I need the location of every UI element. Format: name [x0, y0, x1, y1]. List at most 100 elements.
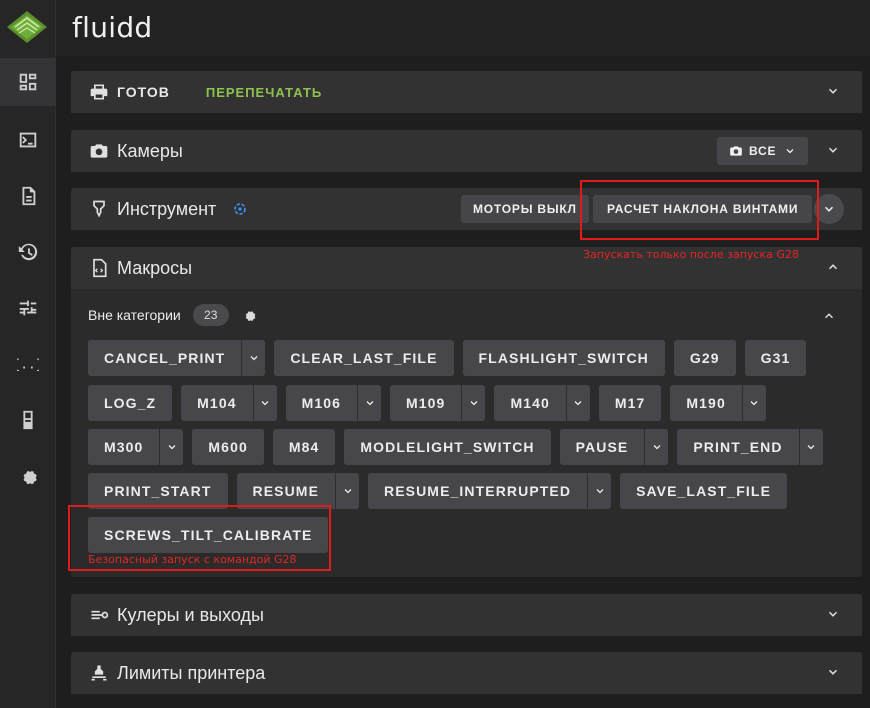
- macro-button[interactable]: MODLELIGHT_SWITCH: [344, 429, 551, 465]
- dashboard-icon: [19, 73, 37, 91]
- macro-button-group: LOG_Z: [88, 385, 173, 421]
- macro-button[interactable]: M300: [88, 429, 160, 465]
- annotation-text-macro: Безопасный запуск с командой G28: [88, 553, 297, 566]
- macro-button[interactable]: RESUME: [236, 473, 336, 509]
- fans-title: Кулеры и выходы: [117, 604, 264, 625]
- cameras-title: Камеры: [117, 140, 183, 161]
- fluidd-logo[interactable]: [3, 3, 51, 51]
- macro-dropdown-button[interactable]: [565, 385, 590, 421]
- macro-button[interactable]: SAVE_LAST_FILE: [620, 473, 788, 509]
- camera-filter-select[interactable]: ВСЕ: [717, 137, 809, 165]
- macro-button-group: M190: [670, 385, 766, 421]
- macro-count-badge: 23: [192, 304, 229, 326]
- reprint-link[interactable]: ПЕРЕПЕЧАТАТЬ: [206, 85, 322, 100]
- sync-icon[interactable]: [230, 199, 250, 219]
- macro-dropdown-button[interactable]: [644, 429, 669, 465]
- chevron-down-icon: [807, 445, 815, 450]
- status-panel: Готов ПЕРЕПЕЧАТАТЬ: [71, 71, 862, 113]
- nav-history[interactable]: [0, 228, 56, 276]
- cameras-panel: Камеры ВСЕ: [71, 130, 862, 172]
- fans-panel-header[interactable]: Кулеры и выходы: [71, 594, 862, 636]
- macro-button-group: RESUME_INTERRUPTED: [368, 473, 612, 509]
- chevron-down-icon: [653, 445, 661, 450]
- camera-icon: [90, 144, 108, 158]
- chevron-down-icon[interactable]: [826, 607, 840, 621]
- limits-panel-header[interactable]: Лимиты принтера: [71, 652, 862, 694]
- nav-config[interactable]: {..}: [0, 340, 56, 388]
- chevron-down-icon: [250, 356, 258, 361]
- macro-button-group: MODLELIGHT_SWITCH: [344, 429, 551, 465]
- gear-icon[interactable]: [241, 307, 257, 323]
- macro-button[interactable]: FLASHLIGHT_SWITCH: [462, 340, 665, 376]
- macro-dropdown-button[interactable]: [357, 385, 382, 421]
- macro-dropdown-button[interactable]: [335, 473, 360, 509]
- macro-button[interactable]: PAUSE: [559, 429, 645, 465]
- macro-button[interactable]: M190: [670, 385, 742, 421]
- macro-button[interactable]: G29: [673, 340, 736, 376]
- chevron-down-icon: [596, 489, 604, 494]
- macro-button[interactable]: M109: [390, 385, 462, 421]
- macro-dropdown-button[interactable]: [461, 385, 486, 421]
- chevron-down-icon[interactable]: [826, 665, 840, 679]
- annotation-box-tool: [580, 180, 819, 240]
- macro-category-row[interactable]: Вне категории 23: [88, 303, 257, 327]
- printer-icon: [90, 84, 108, 100]
- chevron-down-icon: [366, 401, 373, 406]
- motors-off-button[interactable]: МОТОРЫ ВЫКЛ: [461, 195, 589, 223]
- macro-button[interactable]: M140: [494, 385, 566, 421]
- macro-button-group: RESUME: [236, 473, 360, 509]
- macro-button-group: M300: [88, 429, 184, 465]
- nav-system[interactable]: [0, 396, 56, 444]
- macro-button[interactable]: G31: [744, 340, 807, 376]
- fan-icon: [91, 610, 109, 620]
- tool-title: Инструмент: [117, 198, 217, 219]
- macro-button-group: M109: [390, 385, 486, 421]
- extruder-icon: [93, 200, 105, 218]
- gear-icon: [23, 470, 37, 485]
- status-panel-header[interactable]: Готов ПЕРЕПЕЧАТАТЬ: [71, 71, 862, 113]
- macro-dropdown-button[interactable]: [798, 429, 823, 465]
- macro-button[interactable]: PRINT_START: [88, 473, 228, 509]
- tune-icon: [19, 300, 37, 316]
- macro-button[interactable]: M104: [181, 385, 253, 421]
- macro-dropdown-button[interactable]: [241, 340, 266, 376]
- macro-button-group: CLEAR_LAST_FILE: [274, 340, 454, 376]
- macro-button[interactable]: PRINT_END: [677, 429, 799, 465]
- app-brand[interactable]: fluidd: [72, 11, 153, 44]
- limits-title: Лимиты принтера: [117, 662, 266, 683]
- macros-title: Макросы: [117, 257, 193, 278]
- chevron-down-icon[interactable]: [826, 84, 840, 98]
- macro-dropdown-button[interactable]: [159, 429, 184, 465]
- macro-button[interactable]: LOG_Z: [88, 385, 173, 421]
- nav-jobs[interactable]: [0, 172, 56, 220]
- macro-button[interactable]: M600: [192, 429, 264, 465]
- limits-panel: Лимиты принтера: [71, 652, 862, 694]
- macro-button[interactable]: M106: [285, 385, 358, 421]
- macro-button[interactable]: RESUME_INTERRUPTED: [368, 473, 588, 509]
- nav-console[interactable]: [0, 116, 56, 164]
- nav-tune[interactable]: [0, 284, 56, 332]
- fans-panel: Кулеры и выходы: [71, 594, 862, 636]
- macro-button[interactable]: CLEAR_LAST_FILE: [274, 340, 454, 376]
- nav-dashboard[interactable]: [0, 58, 56, 106]
- macro-button[interactable]: CANCEL_PRINT: [88, 340, 242, 376]
- macro-button-group: M17: [598, 385, 662, 421]
- chevron-down-icon: [168, 445, 176, 450]
- macro-button[interactable]: M84: [272, 429, 336, 465]
- macro-dropdown-button[interactable]: [741, 385, 766, 421]
- nav-settings[interactable]: [0, 452, 56, 500]
- macro-row: CANCEL_PRINT CLEAR_LAST_FILE FLASHLIGHT_SW…: [88, 340, 807, 376]
- chevron-up-icon[interactable]: [826, 260, 840, 274]
- macro-button-group: M84: [272, 429, 336, 465]
- history-icon: [18, 243, 38, 261]
- cameras-panel-header[interactable]: Камеры ВСЕ: [71, 130, 862, 172]
- macro-button-group: M140: [494, 385, 590, 421]
- macro-button-group: SAVE_LAST_FILE: [620, 473, 788, 509]
- chevron-down-icon[interactable]: [826, 143, 840, 157]
- macro-button-group: PRINT_END: [677, 429, 823, 465]
- macro-button[interactable]: M17: [598, 385, 662, 421]
- chevron-up-icon[interactable]: [822, 309, 836, 323]
- macro-dropdown-button[interactable]: [252, 385, 277, 421]
- macro-dropdown-button[interactable]: [587, 473, 612, 509]
- svg-text:{..}: {..}: [17, 358, 39, 373]
